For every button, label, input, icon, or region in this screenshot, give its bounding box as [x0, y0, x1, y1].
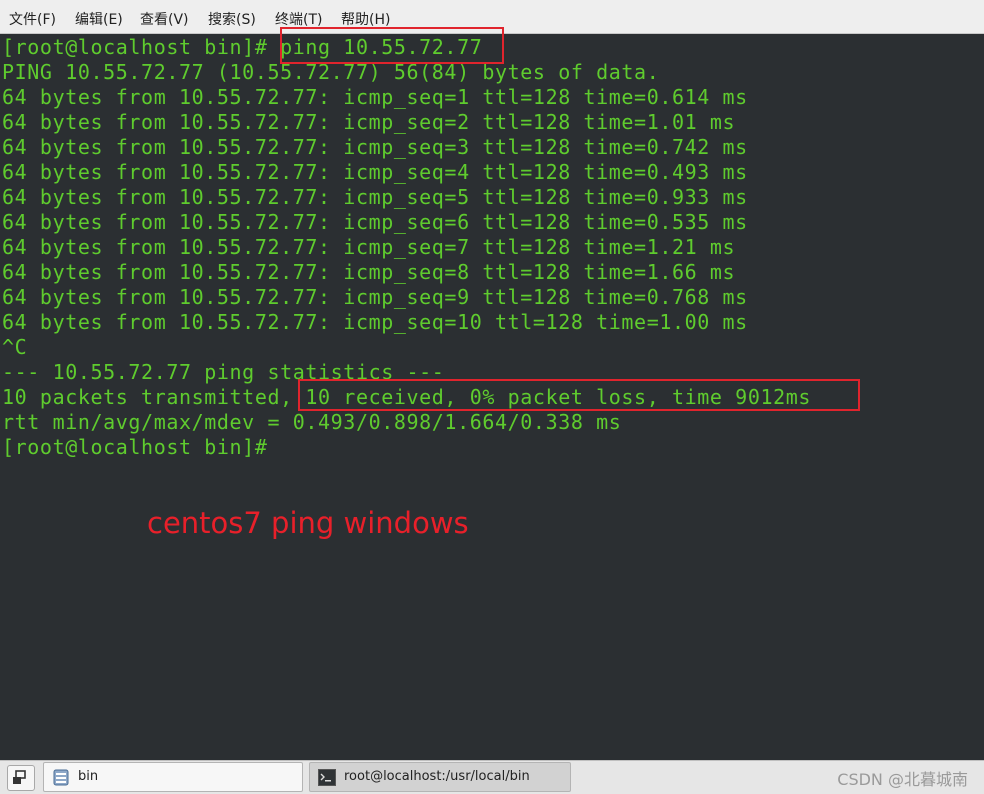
menu-terminal[interactable]: 终端(T) — [275, 9, 322, 29]
terminal-line-reply: 64 bytes from 10.55.72.77: icmp_seq=1 tt… — [2, 85, 748, 109]
terminal-line-reply: 64 bytes from 10.55.72.77: icmp_seq=2 tt… — [2, 110, 736, 134]
terminal-line-reply: 64 bytes from 10.55.72.77: icmp_seq=9 tt… — [2, 285, 748, 309]
terminal-line-interrupt: ^C — [2, 335, 28, 359]
menu-help[interactable]: 帮助(H) — [341, 9, 390, 29]
menu-view[interactable]: 查看(V) — [140, 9, 189, 29]
terminal-line-reply: 64 bytes from 10.55.72.77: icmp_seq=6 tt… — [2, 210, 748, 234]
csdn-watermark: CSDN @北暮城南 — [837, 770, 968, 789]
menu-edit[interactable]: 编辑(E) — [75, 9, 123, 29]
taskbar-item-terminal[interactable]: root@localhost:/usr/local/bin — [309, 762, 571, 792]
terminal-line-rtt-summary: rtt min/avg/max/mdev = 0.493/0.898/1.664… — [2, 410, 622, 434]
highlight-packet-received — [298, 379, 860, 411]
taskbar-item-label: bin — [78, 769, 99, 784]
highlight-ping-command — [280, 27, 504, 64]
taskbar-item-bin[interactable]: bin — [43, 762, 303, 792]
terminal-line-reply: 64 bytes from 10.55.72.77: icmp_seq=4 tt… — [2, 160, 748, 184]
window-switch-icon — [13, 770, 26, 784]
show-desktop-button[interactable] — [7, 765, 35, 791]
taskbar: bin root@localhost:/usr/local/bin CSDN @… — [0, 760, 984, 794]
terminal-line-reply: 64 bytes from 10.55.72.77: icmp_seq=5 tt… — [2, 185, 748, 209]
folder-icon — [53, 769, 69, 786]
menu-search[interactable]: 搜索(S) — [208, 9, 256, 29]
terminal-line-reply: 64 bytes from 10.55.72.77: icmp_seq=7 tt… — [2, 235, 736, 259]
terminal-line-prompt: [root@localhost bin]# — [2, 435, 268, 459]
annotation-caption: centos7 ping windows — [147, 506, 469, 540]
terminal-icon — [318, 769, 336, 786]
terminal-line-reply: 64 bytes from 10.55.72.77: icmp_seq=8 tt… — [2, 260, 736, 284]
terminal-line-reply: 64 bytes from 10.55.72.77: icmp_seq=10 t… — [2, 310, 748, 334]
taskbar-item-label: root@localhost:/usr/local/bin — [344, 769, 530, 784]
menu-file[interactable]: 文件(F) — [9, 9, 56, 29]
terminal-line-reply: 64 bytes from 10.55.72.77: icmp_seq=3 tt… — [2, 135, 748, 159]
